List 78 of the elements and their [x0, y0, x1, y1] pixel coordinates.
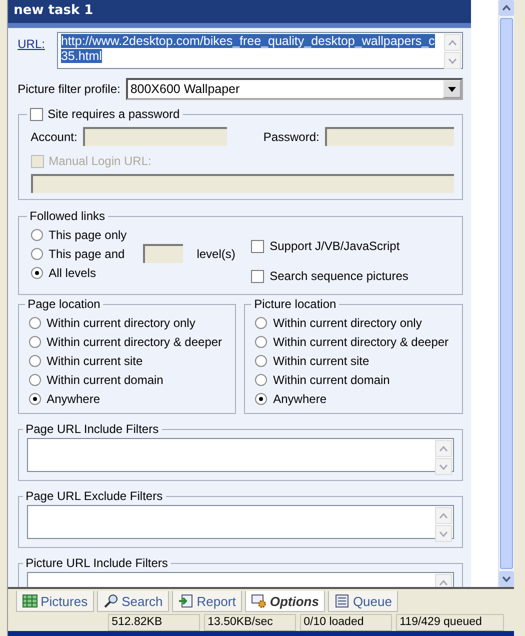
tab[interactable]: Search: [96, 591, 169, 612]
url-link[interactable]: URL:: [18, 37, 45, 51]
scroll-up-icon[interactable]: [498, 0, 514, 16]
url-field[interactable]: http://www.2desktop.com/bikes_free_quality_desktop_wallpapers_c35.html: [56, 32, 463, 69]
scroll-up-icon[interactable]: [434, 440, 452, 457]
levels-label: level(s): [196, 246, 236, 260]
filter-field[interactable]: [26, 505, 454, 539]
radio-button[interactable]: [255, 374, 268, 386]
group-title: Page URL Exclude Filters: [24, 489, 164, 503]
checkbox[interactable]: [250, 240, 264, 252]
option-label: Anywhere: [46, 392, 100, 406]
checkbox[interactable]: [250, 270, 264, 282]
scroll-down-icon[interactable]: [434, 458, 452, 475]
radio-button[interactable]: [28, 374, 41, 386]
status-text: 512.82KB: [108, 614, 200, 631]
scrollbar[interactable]: [498, 0, 514, 587]
queue-icon: [334, 594, 350, 608]
filter-profile-label: Picture filter profile:: [18, 82, 120, 96]
option-label: Within current directory & deeper: [273, 334, 449, 348]
account-field[interactable]: [83, 127, 228, 146]
tab[interactable]: Queue: [328, 591, 398, 612]
radio-button[interactable]: [255, 316, 268, 328]
radio-button[interactable]: [255, 354, 268, 366]
radio-button[interactable]: [255, 336, 268, 348]
group-title: Page URL Include Filters: [24, 422, 160, 436]
gear-icon: [250, 594, 267, 608]
status-text: 13.50KB/sec: [204, 614, 296, 631]
radio-button[interactable]: [30, 248, 43, 260]
password-label: Password:: [263, 130, 320, 144]
manual-login-label: Manual Login URL:: [48, 154, 152, 168]
login-url-field[interactable]: [30, 174, 454, 193]
option-label: This page only: [48, 228, 127, 242]
scroll-down-icon[interactable]: [444, 52, 461, 69]
filter-profile-dropdown[interactable]: 800X600 Wallpaper: [126, 78, 463, 100]
scroll-up-icon[interactable]: [434, 574, 452, 587]
option-label: Within current directory & deeper: [46, 334, 222, 348]
password-field[interactable]: [325, 127, 454, 146]
option-label: Anywhere: [273, 392, 326, 406]
grid-icon: [22, 594, 38, 608]
scroll-up-icon[interactable]: [444, 34, 461, 51]
option-label: All levels: [48, 266, 96, 280]
tab[interactable]: Pictures: [16, 591, 94, 612]
option-label: Within current directory only: [273, 316, 422, 330]
group-title: Picture location: [253, 297, 338, 311]
status-text: 0/10 loaded: [300, 614, 392, 631]
report-icon: [178, 594, 194, 608]
radio-button[interactable]: [28, 336, 41, 348]
radio-button[interactable]: [255, 392, 268, 404]
password-checkbox-label: Site requires a password: [48, 107, 180, 121]
option-label: Within current domain: [273, 372, 390, 386]
group-title: Followed links: [28, 209, 106, 223]
scroll-down-icon[interactable]: [434, 525, 452, 542]
option-label: Within current site: [273, 354, 370, 368]
radio-button[interactable]: [28, 354, 41, 366]
checkbox-label: Support J/VB/JavaScript: [270, 239, 400, 253]
radio-button[interactable]: [28, 316, 41, 328]
checkbox[interactable]: [30, 108, 43, 120]
radio-button[interactable]: [28, 392, 41, 404]
group-title: Picture URL Include Filters: [24, 556, 169, 570]
scroll-down-icon[interactable]: [498, 571, 514, 587]
option-label: Within current directory only: [46, 316, 196, 330]
search-icon: [102, 594, 119, 608]
group-title: Page location: [26, 297, 102, 311]
status-text: 119/429 queued: [396, 614, 504, 631]
checkbox-label: Search sequence pictures: [270, 269, 408, 283]
tab[interactable]: Report: [172, 591, 242, 612]
option-label: Within current domain: [46, 372, 164, 386]
option-label: Within current site: [46, 354, 143, 368]
account-label: Account:: [30, 130, 78, 144]
option-label: This page and: [48, 246, 125, 260]
filter-field[interactable]: [26, 438, 454, 472]
window-title: new task 1: [8, 0, 471, 23]
tab[interactable]: Options: [244, 591, 325, 612]
scroll-up-icon[interactable]: [434, 507, 452, 524]
levels-field[interactable]: [142, 244, 183, 263]
radio-button[interactable]: [30, 228, 43, 240]
radio-button[interactable]: [30, 266, 43, 278]
scroll-thumb[interactable]: [500, 18, 513, 569]
